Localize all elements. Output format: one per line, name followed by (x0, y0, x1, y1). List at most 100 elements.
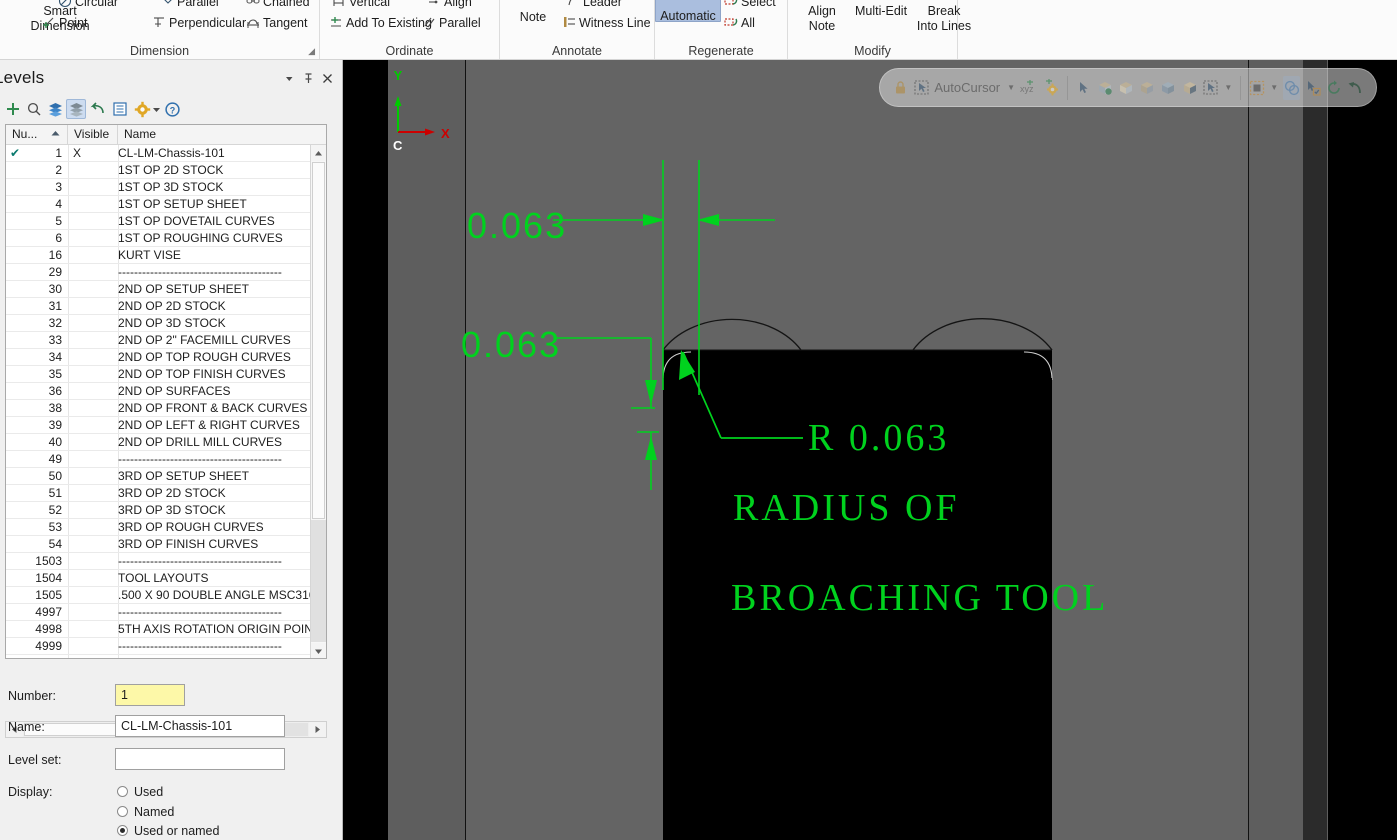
row-visible[interactable] (68, 485, 114, 502)
table-row[interactable]: 4997 ------------------------------------… (6, 604, 311, 621)
row-visible[interactable] (68, 315, 114, 332)
solid-edge-icon[interactable] (1117, 76, 1134, 100)
selection-dropdown-caret[interactable]: ▼ (1224, 83, 1232, 92)
ordinate-vertical-button[interactable]: Vertical (332, 0, 390, 11)
layers-blue-icon[interactable] (45, 99, 65, 119)
panel-close-icon[interactable] (319, 72, 335, 88)
help-icon[interactable]: ? (162, 99, 182, 119)
table-row[interactable]: 50 3RD OP SETUP SHEET (6, 468, 311, 485)
row-visible[interactable] (68, 434, 114, 451)
multi-edit-button[interactable]: Multi-Edit (846, 4, 916, 19)
table-row[interactable]: 33 2ND OP 2" FACEMILL CURVES (6, 332, 311, 349)
row-visible[interactable] (68, 230, 114, 247)
row-visible[interactable]: X (68, 145, 114, 162)
autocursor-dropdown-caret[interactable]: ▼ (1007, 83, 1015, 92)
row-visible[interactable] (68, 536, 114, 553)
number-input[interactable] (115, 684, 185, 706)
scroll-track-lower[interactable] (311, 520, 326, 642)
arrow-pointer-icon[interactable] (1075, 76, 1092, 100)
table-row[interactable]: 29 --------------------------------------… (6, 264, 311, 281)
display-option-used[interactable]: Used (117, 785, 163, 799)
display-option-used-or-named[interactable]: Used or named (117, 824, 219, 838)
solid-face-icon[interactable] (1096, 76, 1113, 100)
regenerate-select-button[interactable]: Select (724, 0, 776, 11)
row-visible[interactable] (68, 621, 114, 638)
table-row[interactable]: 39 2ND OP LEFT & RIGHT CURVES (6, 417, 311, 434)
row-visible[interactable] (68, 519, 114, 536)
dimension-parallel-button[interactable]: Parallel (160, 0, 219, 11)
table-row[interactable]: 4 1ST OP SETUP SHEET (6, 196, 311, 213)
table-row[interactable]: 5 1ST OP DOVETAIL CURVES (6, 213, 311, 230)
xyz-point-icon[interactable]: xyz (1020, 76, 1039, 100)
table-row[interactable]: 3 1ST OP 3D STOCK (6, 179, 311, 196)
scroll-right-arrow[interactable] (309, 722, 326, 737)
column-header-number[interactable]: Nu... (6, 125, 68, 144)
row-visible[interactable] (68, 553, 114, 570)
table-row[interactable]: 16 KURT VISE (6, 247, 311, 264)
gear-dropdown-caret[interactable] (151, 99, 161, 119)
row-visible[interactable] (68, 196, 114, 213)
align-note-button[interactable]: Align Note (796, 4, 848, 34)
row-visible[interactable] (68, 451, 114, 468)
regenerate-all-button[interactable]: All (724, 15, 755, 32)
column-header-name[interactable]: Name (118, 125, 311, 144)
ordinate-add-to-existing-button[interactable]: Add To Existing (329, 15, 432, 32)
levels-list-vertical-scrollbar[interactable] (310, 145, 326, 658)
row-visible[interactable] (68, 638, 114, 655)
solid-section-icon[interactable] (1181, 76, 1198, 100)
dimension-dialog-launcher[interactable]: ◢ (308, 46, 315, 57)
cad-viewport[interactable]: Y X C 0.063 0.063 R 0.063 RADIUS OF BROA… (343, 60, 1397, 840)
search-icon[interactable] (24, 99, 44, 119)
layers-gray-icon[interactable] (66, 99, 86, 119)
table-row[interactable]: 49 --------------------------------------… (6, 451, 311, 468)
window-select-icon[interactable] (1248, 76, 1265, 100)
column-header-visible[interactable]: Visible (68, 125, 118, 144)
gear-icon[interactable] (132, 99, 152, 119)
levels-list[interactable]: Nu... Visible Name ✔ 1 X CL-LM-Chassis-101 2… (5, 124, 327, 659)
dimension-tangent-button[interactable]: Tangent (246, 15, 307, 32)
row-visible[interactable] (68, 264, 114, 281)
autocursor-toolbar[interactable]: AutoCursor ▼ xyz ▼ ▼ (879, 68, 1377, 107)
annotate-leader-button[interactable]: Leader (566, 0, 622, 11)
row-visible[interactable] (68, 162, 114, 179)
table-row[interactable]: 4999 ------------------------------------… (6, 638, 311, 655)
table-row[interactable]: 38 2ND OP FRONT & BACK CURVES (6, 400, 311, 417)
regenerate-automatic-button[interactable]: Automatic (655, 0, 721, 23)
table-row[interactable]: 35 2ND OP TOP FINISH CURVES (6, 366, 311, 383)
row-visible[interactable] (68, 587, 114, 604)
list-properties-icon[interactable] (110, 99, 130, 119)
row-visible[interactable] (68, 179, 114, 196)
dimension-point-button[interactable]: Point (42, 15, 88, 32)
table-row[interactable]: 54 3RD OP FINISH CURVES (6, 536, 311, 553)
cursor-select-icon[interactable] (913, 76, 930, 100)
solid-shaded-icon[interactable] (1160, 76, 1177, 100)
table-row[interactable]: 32 2ND OP 3D STOCK (6, 315, 311, 332)
table-row[interactable]: 52 3RD OP 3D STOCK (6, 502, 311, 519)
cursor-settings-gear-icon[interactable] (1043, 76, 1060, 100)
row-visible[interactable] (68, 383, 114, 400)
table-row[interactable]: 6 1ST OP ROUGHING CURVES (6, 230, 311, 247)
table-row[interactable]: 31 2ND OP 2D STOCK (6, 298, 311, 315)
panel-pin-icon[interactable] (300, 72, 316, 88)
row-visible[interactable] (68, 247, 114, 264)
row-visible[interactable] (68, 366, 114, 383)
table-row[interactable]: 30 2ND OP SETUP SHEET (6, 281, 311, 298)
refresh-select-icon[interactable] (1326, 76, 1343, 100)
table-row[interactable]: 2 1ST OP 2D STOCK (6, 162, 311, 179)
row-visible[interactable] (68, 349, 114, 366)
undo-select-icon[interactable] (1347, 76, 1364, 100)
row-visible[interactable] (68, 298, 114, 315)
add-level-icon[interactable] (3, 99, 23, 119)
window-select-caret[interactable]: ▼ (1270, 83, 1278, 92)
table-row[interactable]: 1503 ------------------------------------… (6, 553, 311, 570)
row-visible[interactable] (68, 604, 114, 621)
row-visible[interactable] (68, 400, 114, 417)
panel-dropdown-icon[interactable] (281, 72, 297, 88)
row-visible[interactable] (68, 468, 114, 485)
table-row[interactable]: 1504 TOOL LAYOUTS (6, 570, 311, 587)
row-visible[interactable] (68, 281, 114, 298)
table-row[interactable]: 36 2ND OP SURFACES (6, 383, 311, 400)
table-row[interactable]: 51 3RD OP 2D STOCK (6, 485, 311, 502)
row-visible[interactable] (68, 417, 114, 434)
table-row[interactable]: 1505 .500 X 90 DOUBLE ANGLE MSC31657208 (6, 587, 311, 604)
